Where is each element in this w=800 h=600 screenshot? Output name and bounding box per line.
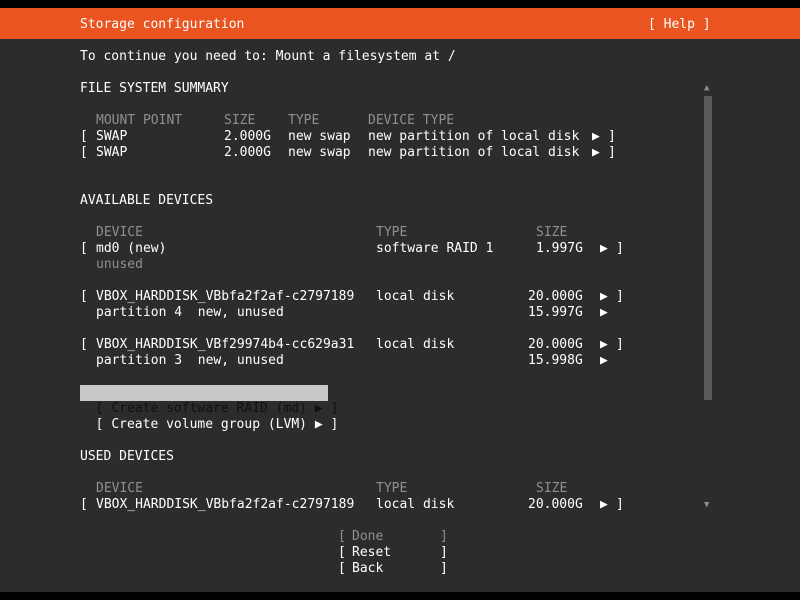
col-type: TYPE (288, 113, 320, 128)
bracket-close: ] (616, 337, 624, 352)
partition-label: partition 4 new, unused (96, 305, 284, 320)
help-button[interactable]: [ Help ] (648, 17, 711, 33)
arrow-right-icon[interactable]: ▶ (600, 289, 608, 305)
done-label: Done (352, 529, 384, 544)
back-label: Back (352, 561, 384, 576)
used-heading: USED DEVICES (80, 449, 174, 464)
device-type: local disk (376, 497, 455, 512)
arrow-right-icon[interactable]: ▶ (600, 353, 608, 369)
arrow-right-icon[interactable]: ▶ (600, 337, 608, 353)
device-name: VBOX_HARDDISK_VBbfa2f2af-c2797189 (96, 289, 355, 304)
arrow-right-icon: ▶ (314, 417, 323, 432)
bottom-border (0, 592, 800, 600)
bracket-open: [ (338, 545, 346, 560)
col-type: TYPE (376, 481, 408, 496)
scrollbar-thumb[interactable] (704, 96, 712, 400)
fs-summary-heading: FILE SYSTEM SUMMARY (80, 81, 229, 96)
col-type: TYPE (376, 225, 408, 240)
create-lvm-button[interactable]: [ Create volume group (LVM) ▶ ] (80, 401, 339, 432)
fs-mount: SWAP (96, 129, 128, 144)
bracket-close: ] (608, 129, 616, 144)
bracket-open: [ (80, 145, 88, 160)
bracket-close: ] (440, 561, 448, 576)
device-size: 20.000G (528, 497, 583, 512)
device-size: 20.000G (528, 337, 583, 352)
device-name: VBOX_HARDDISK_VBf29974b4-cc629a31 (96, 337, 355, 352)
fs-device-type: new partition of local disk (368, 129, 580, 144)
col-device: DEVICE (96, 481, 143, 496)
bracket-open: [ (80, 289, 88, 304)
partition-label: partition 3 new, unused (96, 353, 284, 368)
col-mount-point: MOUNT POINT (96, 113, 183, 128)
arrow-right-icon[interactable]: ▶ (600, 305, 608, 321)
bracket-open: [ (80, 241, 88, 256)
instruction-text: To continue you need to: Mount a filesys… (80, 49, 456, 64)
bracket-open: [ (338, 529, 346, 544)
device-name: md0 (new) (96, 241, 167, 256)
col-device: DEVICE (96, 225, 143, 240)
partition-size: 15.997G (528, 305, 583, 320)
col-size: SIZE (224, 113, 256, 128)
bracket-close: ] (616, 241, 624, 256)
arrow-right-icon[interactable]: ▶ (600, 241, 608, 257)
fs-mount: SWAP (96, 145, 128, 160)
partition-size: 15.998G (528, 353, 583, 368)
bracket-open: [ (338, 561, 346, 576)
device-type: local disk (376, 289, 455, 304)
scroll-up-icon[interactable]: ▲ (704, 80, 709, 96)
page-title: Storage configuration (80, 17, 245, 32)
device-size: 1.997G (536, 241, 583, 256)
create-lvm-label: Create volume group (LVM) (111, 417, 307, 432)
fs-type: new swap (288, 145, 351, 160)
col-device-type: DEVICE TYPE (368, 113, 455, 128)
bracket-close: ] (330, 417, 339, 432)
bracket-open: [ (95, 417, 104, 432)
device-type: software RAID 1 (376, 241, 494, 256)
bracket-close: ] (440, 545, 448, 560)
col-size: SIZE (536, 225, 568, 240)
arrow-right-icon[interactable]: ▶ (592, 129, 600, 145)
bracket-close: ] (616, 497, 624, 512)
reset-label: Reset (352, 545, 392, 560)
device-size: 20.000G (528, 289, 583, 304)
bracket-open: [ (80, 497, 88, 512)
device-sub-unused: unused (96, 257, 143, 272)
bracket-close: ] (440, 529, 448, 544)
fs-size: 2.000G (224, 145, 271, 160)
fs-type: new swap (288, 129, 351, 144)
bracket-close: ] (616, 289, 624, 304)
arrow-right-icon[interactable]: ▶ (592, 145, 600, 161)
create-raid-button[interactable]: [ Create software RAID (md) ▶ ] (80, 385, 338, 416)
fs-size: 2.000G (224, 129, 271, 144)
bracket-open: [ (80, 337, 88, 352)
scroll-down-icon[interactable]: ▼ (704, 497, 709, 513)
arrow-right-icon[interactable]: ▶ (600, 497, 608, 513)
col-size: SIZE (536, 481, 568, 496)
bracket-close: ] (608, 145, 616, 160)
fs-device-type: new partition of local disk (368, 145, 580, 160)
device-type: local disk (376, 337, 455, 352)
available-heading: AVAILABLE DEVICES (80, 193, 214, 208)
bracket-open: [ (80, 129, 88, 144)
device-name: VBOX_HARDDISK_VBbfa2f2af-c2797189 (96, 497, 355, 512)
